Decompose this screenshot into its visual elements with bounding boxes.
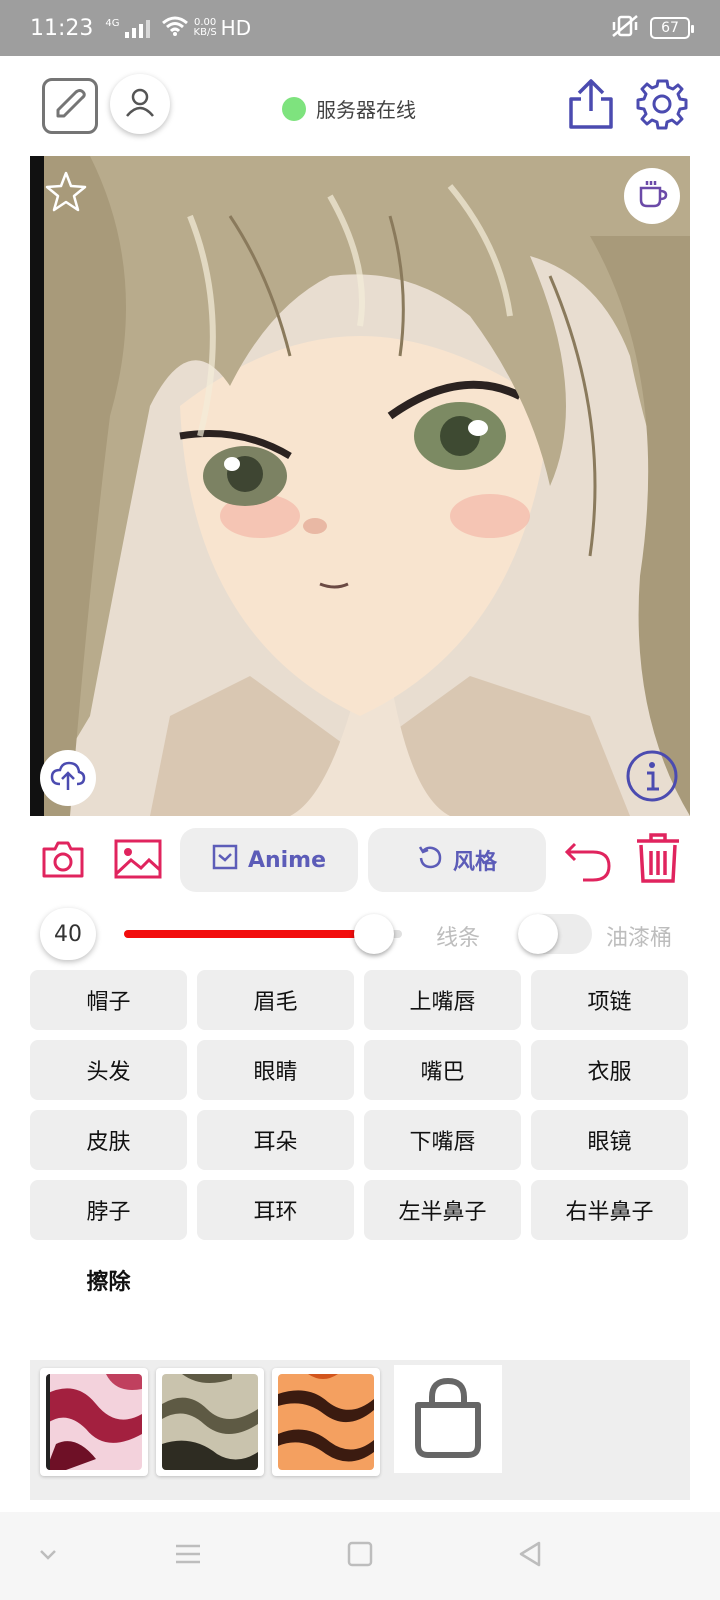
wifi-icon xyxy=(161,16,188,40)
anime-model-label: Anime xyxy=(247,847,327,873)
texture-tiger-image xyxy=(278,1374,374,1470)
brush-size-value: 40 xyxy=(40,908,96,960)
texture-swatch-tiger[interactable] xyxy=(272,1368,380,1476)
refresh-icon xyxy=(417,844,443,876)
generated-anime-portrait xyxy=(30,156,690,816)
part-label-button[interactable]: 左半鼻子 xyxy=(364,1180,521,1240)
upload-button[interactable] xyxy=(40,750,96,806)
nav-home-button[interactable] xyxy=(338,1534,382,1578)
edit-button[interactable] xyxy=(42,78,98,134)
segmentation-label-grid: 帽子 眉毛 上嘴唇 项链头发 眼睛 嘴巴 衣服皮肤 耳朵 下嘴唇 眼镜脖子 耳环 左半鼻子 右半鼻子 xyxy=(30,970,690,1240)
system-nav-bar xyxy=(0,1512,720,1600)
server-status-text: 服务器在线 xyxy=(316,98,416,122)
info-button[interactable] xyxy=(624,750,680,806)
favorite-button[interactable] xyxy=(44,170,88,214)
part-label-button[interactable]: 眉毛 xyxy=(197,970,354,1030)
nav-back-button[interactable] xyxy=(508,1534,552,1578)
battery-icon: 67 xyxy=(650,17,694,39)
paint-bucket-toggle[interactable] xyxy=(518,914,592,954)
texture-crimson-image xyxy=(46,1374,142,1470)
info-icon xyxy=(625,749,679,807)
clear-canvas-button[interactable] xyxy=(632,832,684,888)
server-status-dot xyxy=(282,96,306,121)
part-label-button[interactable]: 嘴巴 xyxy=(364,1040,521,1100)
texture-palette xyxy=(30,1360,690,1500)
part-label-button[interactable]: 皮肤 xyxy=(30,1110,187,1170)
checkbox-icon xyxy=(212,844,238,876)
coffee-donate-button[interactable] xyxy=(624,168,680,224)
part-label-button[interactable]: 头发 xyxy=(30,1040,187,1100)
chevron-down-icon xyxy=(38,1547,58,1566)
paint-bucket-label: 油漆桶 xyxy=(606,926,673,951)
camera-button[interactable] xyxy=(40,838,86,884)
part-label-button[interactable]: 下嘴唇 xyxy=(364,1110,521,1170)
cellular-signal-icon: 4G xyxy=(105,18,150,38)
vibrate-mute-icon xyxy=(610,14,640,42)
back-triangle-icon xyxy=(517,1540,543,1572)
user-icon xyxy=(124,86,156,122)
drawing-canvas[interactable] xyxy=(30,156,690,816)
undo-icon xyxy=(563,836,613,886)
shopping-bag-icon xyxy=(408,1375,488,1463)
texture-swatch-crimson[interactable] xyxy=(40,1368,148,1476)
part-label-button[interactable]: 眼睛 xyxy=(197,1040,354,1100)
undo-button[interactable] xyxy=(562,836,614,886)
share-button[interactable] xyxy=(566,78,616,134)
app-screen: 11:23 4G 0.00 KB/S HD 67 服务器在线 Anime 风格 … xyxy=(0,0,720,1600)
coffee-cup-icon xyxy=(636,178,668,214)
brush-size-slider[interactable] xyxy=(124,914,402,954)
share-icon xyxy=(567,77,615,135)
settings-button[interactable] xyxy=(634,78,690,134)
status-bar: 11:23 4G 0.00 KB/S HD 67 xyxy=(0,0,720,56)
network-type: 4G xyxy=(105,18,120,29)
paint-bucket-toggle-knob xyxy=(518,914,558,954)
hd-indicator: HD xyxy=(220,16,252,40)
erase-button[interactable]: 擦除 xyxy=(30,1250,187,1310)
line-mode-label: 线条 xyxy=(436,926,481,951)
star-icon xyxy=(44,171,88,218)
brush-size-slider-thumb[interactable] xyxy=(354,914,395,954)
image-icon xyxy=(113,838,163,884)
part-label-button[interactable]: 耳环 xyxy=(197,1180,354,1240)
style-button[interactable]: 风格 xyxy=(368,828,546,892)
part-label-button[interactable]: 右半鼻子 xyxy=(531,1180,688,1240)
part-label-button[interactable]: 眼镜 xyxy=(531,1110,688,1170)
anime-model-button[interactable]: Anime xyxy=(180,828,358,892)
tool-bar: Anime 风格 xyxy=(0,826,720,896)
battery-level: 67 xyxy=(661,20,679,36)
gear-icon xyxy=(635,77,689,135)
texture-olive-image xyxy=(162,1374,258,1470)
status-time: 11:23 xyxy=(30,15,94,41)
part-label-button[interactable]: 衣服 xyxy=(531,1040,688,1100)
texture-swatch-olive[interactable] xyxy=(156,1368,264,1476)
cloud-upload-icon xyxy=(50,760,86,796)
gallery-button[interactable] xyxy=(112,838,164,884)
nav-menu-button[interactable] xyxy=(166,1534,210,1578)
network-speed: 0.00 KB/S xyxy=(194,18,217,38)
trash-icon xyxy=(635,831,681,889)
part-label-button[interactable]: 项链 xyxy=(531,970,688,1030)
style-label: 风格 xyxy=(452,850,497,875)
top-bar: 服务器在线 xyxy=(0,56,720,156)
part-label-button[interactable]: 脖子 xyxy=(30,1180,187,1240)
square-icon xyxy=(347,1541,373,1571)
camera-icon xyxy=(41,839,85,883)
server-status: 服务器在线 xyxy=(282,94,416,123)
network-speed-unit: KB/S xyxy=(193,27,217,38)
pencil-square-icon xyxy=(50,84,90,128)
texture-store-button[interactable] xyxy=(394,1365,502,1473)
brush-controls: 40 线条 油漆桶 xyxy=(0,906,720,962)
user-profile-button[interactable] xyxy=(110,74,170,134)
part-label-button[interactable]: 耳朵 xyxy=(197,1110,354,1170)
part-label-button[interactable]: 帽子 xyxy=(30,970,187,1030)
part-label-button[interactable]: 上嘴唇 xyxy=(364,970,521,1030)
brush-size-slider-fill xyxy=(124,930,375,938)
menu-icon xyxy=(174,1542,202,1570)
nav-collapse-button[interactable] xyxy=(26,1534,70,1578)
canvas-edge xyxy=(30,156,44,816)
